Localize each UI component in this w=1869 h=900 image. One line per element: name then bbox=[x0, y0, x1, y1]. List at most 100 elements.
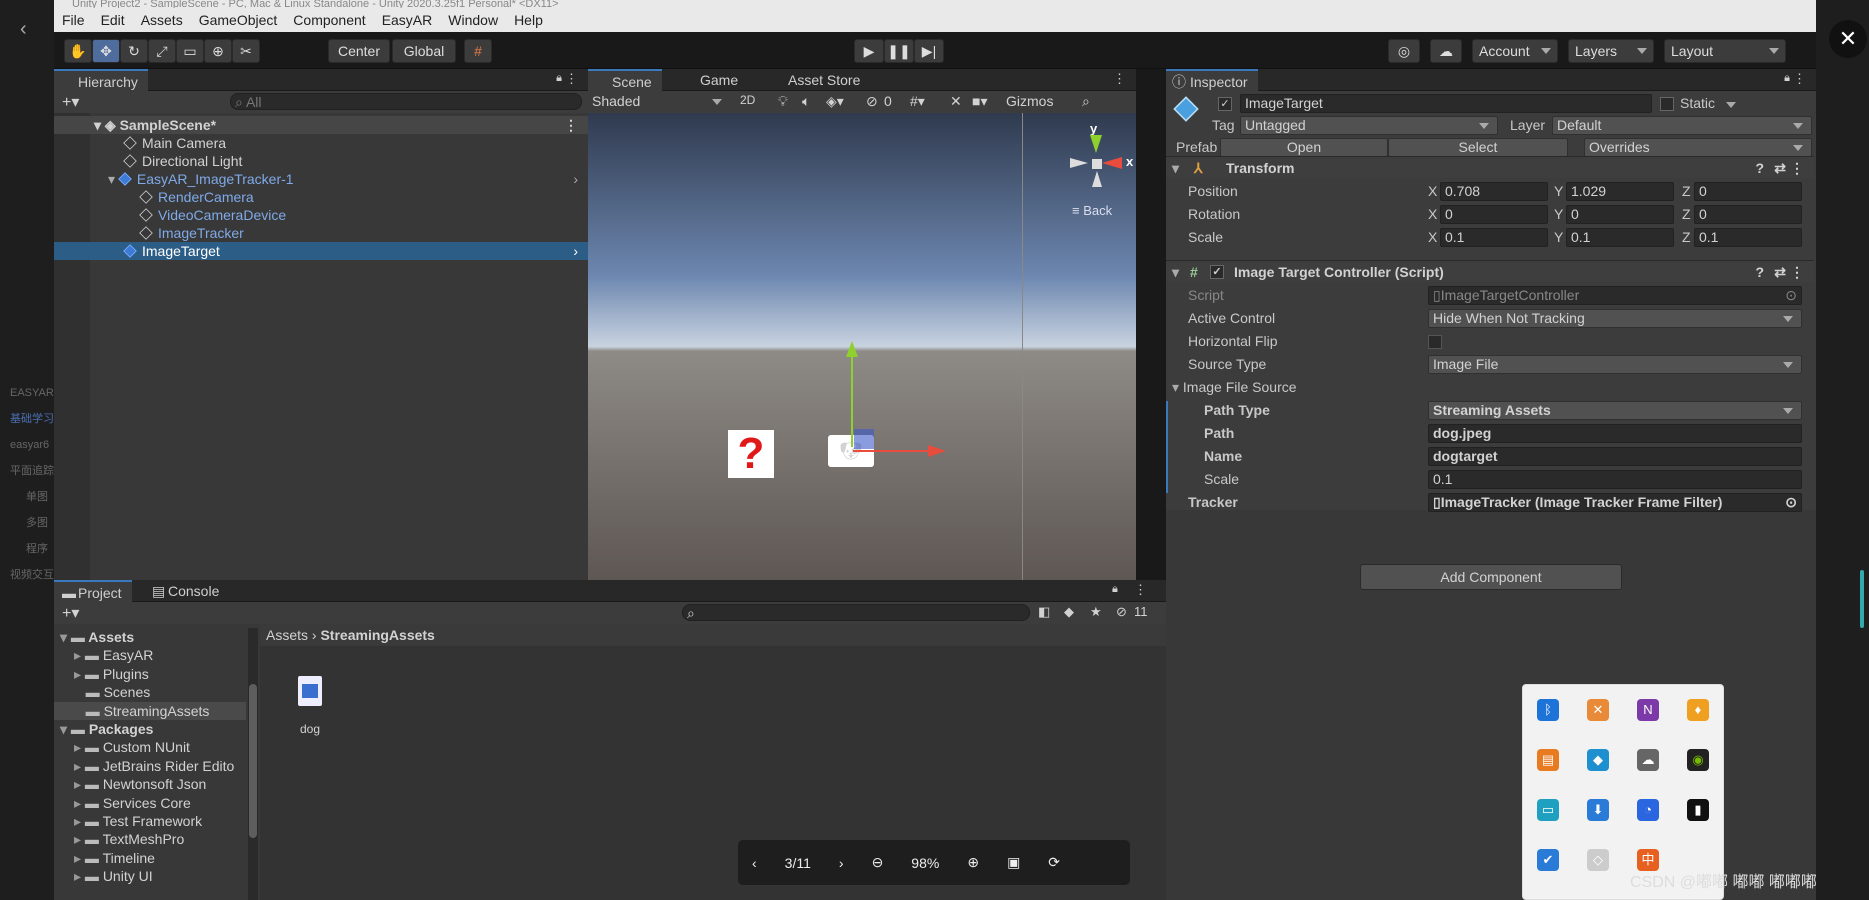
menu-window[interactable]: Window bbox=[440, 12, 506, 28]
menu-edit[interactable]: Edit bbox=[93, 12, 133, 28]
cube-outline-icon[interactable]: ◇ bbox=[1587, 849, 1609, 871]
project-tree-item[interactable]: ▸ ▬ JetBrains Rider Edito bbox=[54, 757, 246, 775]
tab-hierarchy[interactable]: Hierarchy bbox=[54, 69, 148, 91]
more-icon[interactable]: ⋮ bbox=[1790, 261, 1804, 283]
active-control-dropdown[interactable]: Hide When Not Tracking bbox=[1428, 309, 1802, 328]
chevron-right-icon[interactable]: ▸ bbox=[74, 813, 85, 829]
horizontal-flip-checkbox[interactable] bbox=[1428, 335, 1442, 349]
project-tree-item[interactable]: ▸ ▬ EasyAR bbox=[54, 646, 246, 664]
light-icon[interactable]: 💡︎ bbox=[778, 93, 788, 110]
pivot-global-button[interactable]: Global bbox=[392, 39, 456, 63]
hidden-objects-icon[interactable]: ⊘ bbox=[866, 93, 878, 110]
project-tree-scrollbar[interactable] bbox=[248, 628, 258, 900]
transform-header[interactable]: ▾ ⅄ Transform ? ⇄ ⋮ bbox=[1166, 156, 1814, 178]
lock-icon[interactable]: 🔒︎ bbox=[1112, 583, 1118, 596]
menu-assets[interactable]: Assets bbox=[133, 12, 191, 28]
rotation-x-field[interactable]: 0 bbox=[1440, 205, 1548, 224]
close-circle-icon[interactable]: ✕ bbox=[1587, 699, 1609, 721]
rotation-z-field[interactable]: 0 bbox=[1694, 205, 1802, 224]
object-name-field[interactable]: ImageTarget bbox=[1240, 94, 1652, 113]
more-icon[interactable]: ⋮ bbox=[564, 116, 578, 134]
position-z-field[interactable]: 0 bbox=[1694, 182, 1802, 201]
chevron-right-icon[interactable] bbox=[74, 684, 86, 700]
grid-snap-icon[interactable]: # bbox=[464, 39, 492, 63]
position-y-field[interactable]: 1.029 bbox=[1566, 182, 1674, 201]
chevron-right-icon[interactable]: ▸ bbox=[74, 850, 85, 866]
source-type-dropdown[interactable]: Image File bbox=[1428, 355, 1802, 374]
filter-type-icon[interactable]: ◧ bbox=[1038, 604, 1050, 620]
project-tree-item[interactable]: ▸ ▬ Test Framework bbox=[54, 812, 246, 830]
rect-tool-icon[interactable]: ▭ bbox=[176, 39, 204, 63]
custom-tool-icon[interactable]: ✂ bbox=[232, 39, 260, 63]
move-tool-icon[interactable]: ✥ bbox=[92, 39, 120, 63]
tracker-field[interactable]: ▯ImageTracker (Image Tracker Frame Filte… bbox=[1428, 493, 1802, 512]
project-tree-item[interactable]: ▸ ▬ Newtonsoft Json bbox=[54, 775, 246, 793]
hierarchy-item-videocameradevice[interactable]: VideoCameraDevice bbox=[139, 206, 286, 224]
project-tree-item[interactable]: ▾ ▬ Packages bbox=[54, 720, 246, 738]
path-type-dropdown[interactable]: Streaming Assets bbox=[1428, 401, 1802, 420]
shading-dropdown[interactable]: Shaded bbox=[592, 93, 726, 109]
nvidia-icon[interactable]: ◉ bbox=[1687, 749, 1709, 771]
add-icon[interactable]: +▾ bbox=[62, 92, 79, 112]
tab-scene[interactable]: Scene bbox=[588, 69, 662, 91]
rotate-icon[interactable]: ⟳ bbox=[1034, 854, 1074, 871]
onenote-icon[interactable]: N bbox=[1637, 699, 1659, 721]
hierarchy-item-easyar-imagetracker[interactable]: ▾ EasyAR_ImageTracker-1 › bbox=[108, 170, 588, 188]
zoom-out-icon[interactable]: ⊖ bbox=[858, 854, 898, 871]
scrollbar-thumb[interactable] bbox=[249, 684, 257, 838]
layers-dropdown[interactable]: Layers bbox=[1568, 39, 1654, 63]
tab-game[interactable]: Game bbox=[676, 69, 748, 91]
more-icon[interactable]: ⋮ bbox=[1113, 71, 1126, 87]
transform-tool-icon[interactable]: ⊕ bbox=[204, 39, 232, 63]
hidden-packages-icon[interactable]: ⊘ bbox=[1116, 604, 1127, 620]
project-tree-item[interactable]: ▸ ▬ Services Core bbox=[54, 794, 246, 812]
chevron-right-icon[interactable]: ▸ bbox=[74, 647, 85, 663]
search-icon[interactable]: ⌕ bbox=[1082, 93, 1090, 110]
hierarchy-search-input[interactable]: ⌕ All bbox=[230, 93, 582, 110]
flame-icon[interactable]: ♦ bbox=[1687, 699, 1709, 721]
breadcrumb-assets[interactable]: Assets bbox=[266, 627, 308, 643]
component-enabled-checkbox[interactable]: ✓ bbox=[1210, 265, 1224, 279]
help-icon[interactable]: ? bbox=[1755, 157, 1764, 179]
view-gizmo[interactable]: y x bbox=[1058, 121, 1136, 203]
more-icon[interactable]: ⋮ bbox=[565, 71, 578, 87]
position-x-field[interactable]: 0.708 bbox=[1440, 182, 1548, 201]
move-handle-plane[interactable] bbox=[854, 429, 874, 449]
chevron-right-icon[interactable]: ▸ bbox=[74, 666, 85, 682]
menu-gameobject[interactable]: GameObject bbox=[191, 12, 286, 28]
add-icon[interactable]: +▾ bbox=[62, 603, 79, 623]
menu-file[interactable]: File bbox=[54, 12, 93, 28]
camera-icon[interactable]: ■▾ bbox=[972, 93, 987, 110]
project-tree-item[interactable]: ▸ ▬ Timeline bbox=[54, 849, 246, 867]
favorite-icon[interactable]: ★ bbox=[1090, 604, 1102, 620]
prefab-open-button[interactable]: Open bbox=[1220, 138, 1388, 157]
project-tree-item[interactable]: ▸ ▬ Custom NUnit bbox=[54, 738, 246, 756]
hierarchy-item-main-camera[interactable]: Main Camera bbox=[123, 134, 226, 152]
chevron-down-icon[interactable]: ▾ bbox=[60, 629, 71, 645]
chevron-right-icon[interactable]: › bbox=[573, 242, 578, 260]
hierarchy-item-imagetracker[interactable]: ImageTracker bbox=[139, 224, 244, 242]
2d-toggle[interactable]: 2D bbox=[740, 93, 755, 107]
rotation-y-field[interactable]: 0 bbox=[1566, 205, 1674, 224]
asset-dog[interactable]: dog bbox=[290, 676, 330, 736]
hierarchy-item-directional-light[interactable]: Directional Light bbox=[123, 152, 242, 170]
grid-icon[interactable]: #▾ bbox=[910, 93, 925, 110]
cloud-icon[interactable]: ☁ bbox=[1430, 39, 1462, 63]
scale-y-field[interactable]: 0.1 bbox=[1566, 228, 1674, 247]
bird-icon[interactable]: ✔ bbox=[1537, 849, 1559, 871]
chevron-right-icon[interactable] bbox=[74, 703, 86, 719]
account-dropdown[interactable]: Account bbox=[1472, 39, 1558, 63]
tab-asset-store[interactable]: Asset Store bbox=[764, 69, 870, 91]
prev-page-icon[interactable]: ‹ bbox=[738, 855, 771, 871]
move-handle-x[interactable] bbox=[853, 450, 931, 452]
scale-z-field[interactable]: 0.1 bbox=[1694, 228, 1802, 247]
prefab-overrides-dropdown[interactable]: Overrides bbox=[1584, 138, 1812, 157]
scrollbar-thumb[interactable] bbox=[1860, 570, 1864, 628]
chevron-right-icon[interactable]: ▸ bbox=[74, 739, 85, 755]
menu-component[interactable]: Component bbox=[285, 12, 373, 28]
lock-icon[interactable]: 🔒︎ bbox=[1784, 72, 1790, 85]
tag-dropdown[interactable]: Untagged bbox=[1240, 116, 1498, 135]
layer-dropdown[interactable]: Default bbox=[1552, 116, 1812, 135]
breadcrumb-streamingassets[interactable]: StreamingAssets bbox=[320, 627, 434, 643]
chevron-right-icon[interactable]: ▸ bbox=[74, 795, 85, 811]
